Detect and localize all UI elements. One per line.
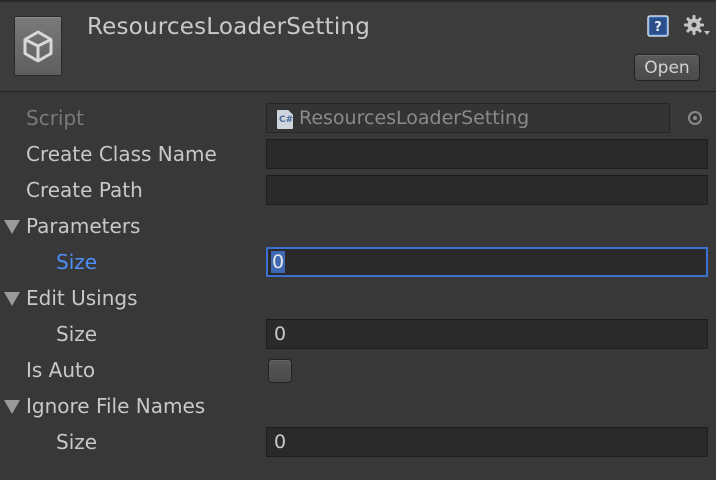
ignore-file-names-size-input[interactable]: 0 [266, 427, 708, 457]
edit-usings-size-row: Size 0 [0, 318, 716, 350]
create-class-name-input[interactable] [266, 139, 708, 169]
unity-logo-icon [14, 16, 62, 76]
edit-usings-foldout[interactable]: Edit Usings [0, 282, 716, 314]
create-path-input[interactable] [266, 175, 708, 205]
gear-dropdown-icon[interactable] [682, 12, 712, 40]
edit-usings-size-label: Size [56, 322, 98, 346]
parameters-size-input[interactable]: 0 [266, 247, 708, 277]
ignore-file-names-size-label: Size [56, 430, 98, 454]
parameters-foldout[interactable]: Parameters [0, 210, 716, 242]
parameters-size-value: 0 [271, 251, 286, 273]
help-book-icon[interactable]: ? [646, 14, 670, 38]
script-row: Script C# ResourcesLoaderSetting [0, 102, 716, 134]
foldout-arrow-icon[interactable] [4, 220, 20, 234]
script-object-field[interactable]: C# ResourcesLoaderSetting [266, 103, 670, 133]
create-class-name-row: Create Class Name [0, 138, 716, 170]
ignore-file-names-size-row: Size 0 [0, 426, 716, 458]
create-path-row: Create Path [0, 174, 716, 206]
is-auto-checkbox[interactable] [268, 359, 292, 383]
is-auto-label: Is Auto [26, 358, 96, 382]
foldout-arrow-icon[interactable] [4, 292, 20, 306]
create-path-label: Create Path [26, 178, 143, 202]
parameters-size-row: Size 0 [0, 246, 716, 278]
csharp-script-icon: C# [277, 110, 293, 129]
is-auto-row: Is Auto [0, 354, 716, 386]
create-class-name-label: Create Class Name [26, 142, 217, 166]
inspector-header: ResourcesLoaderSetting ? Open [0, 0, 716, 92]
edit-usings-label: Edit Usings [26, 286, 138, 310]
svg-text:?: ? [654, 20, 662, 35]
parameters-label: Parameters [26, 214, 141, 238]
ignore-file-names-foldout[interactable]: Ignore File Names [0, 390, 716, 422]
script-label: Script [26, 106, 85, 130]
component-title: ResourcesLoaderSetting [87, 14, 370, 40]
ignore-file-names-label: Ignore File Names [26, 394, 206, 418]
object-picker-icon[interactable] [688, 111, 702, 125]
edit-usings-size-input[interactable]: 0 [266, 319, 708, 349]
parameters-size-label: Size [56, 250, 98, 274]
foldout-arrow-icon[interactable] [4, 400, 20, 414]
script-object-value: ResourcesLoaderSetting [299, 107, 530, 129]
open-button[interactable]: Open [634, 54, 700, 81]
